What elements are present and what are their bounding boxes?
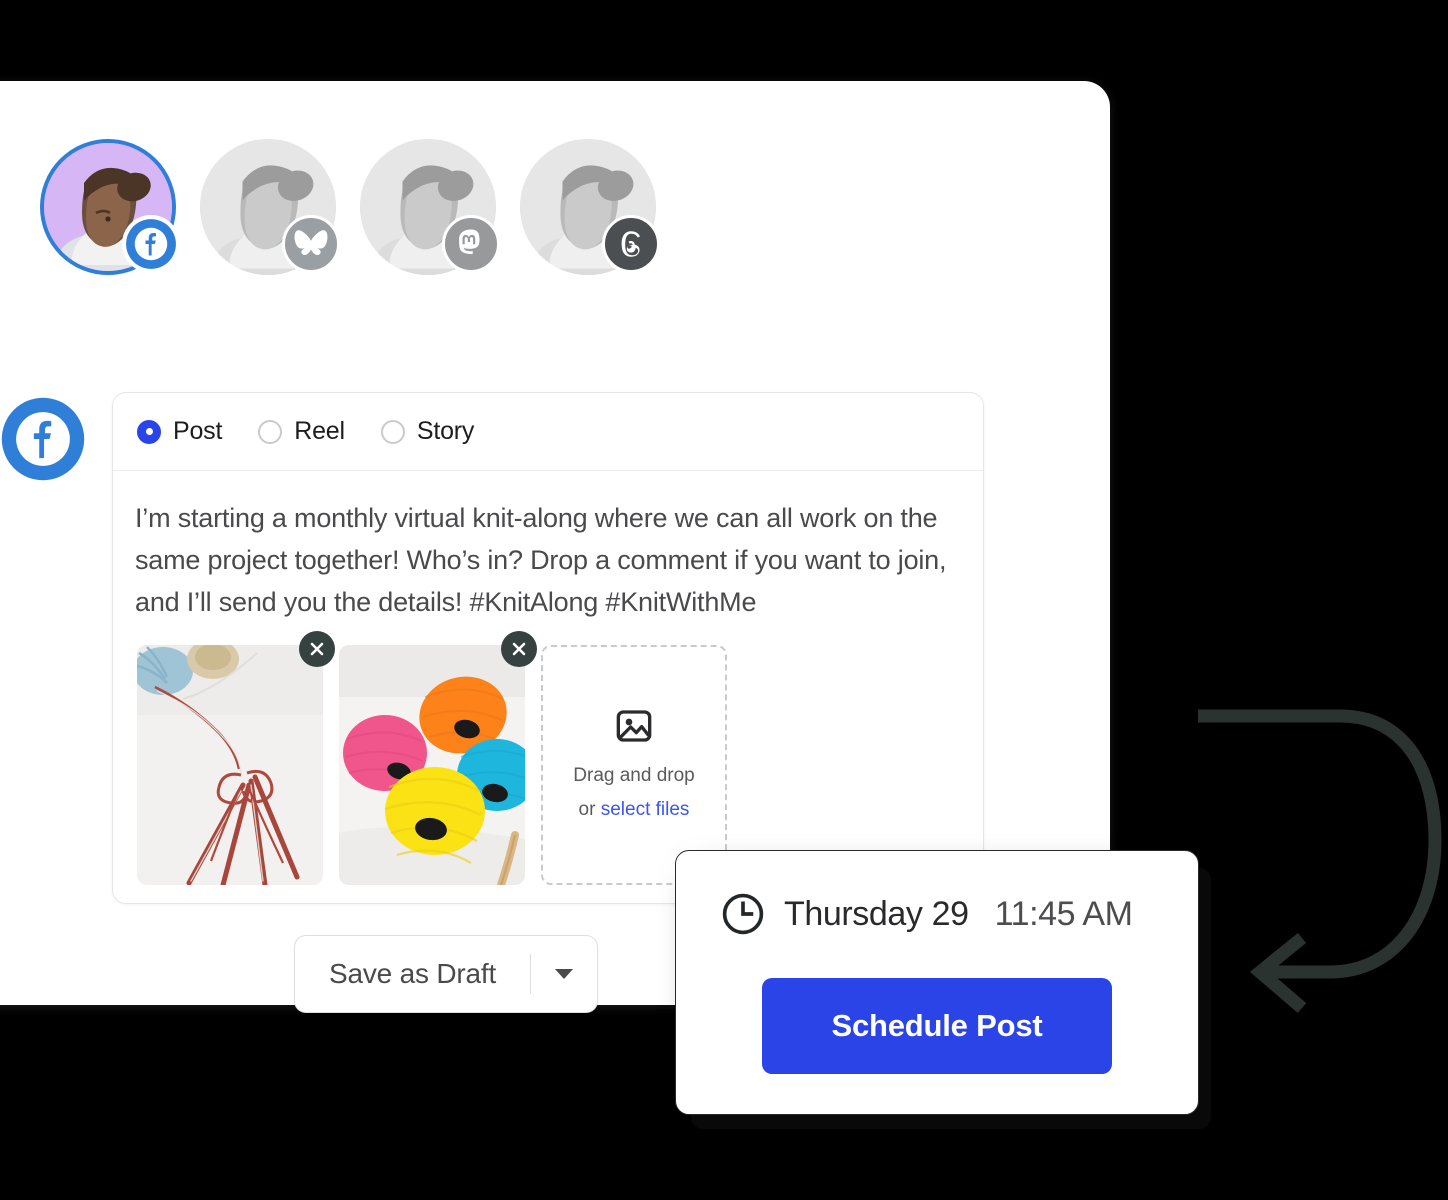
bluesky-butterfly-icon (294, 230, 328, 256)
radio-post-label: Post (173, 417, 223, 445)
knitting-needles-photo (137, 645, 323, 885)
save-as-draft-button[interactable]: Save as Draft (295, 936, 530, 1012)
post-composer-card: Post Reel Story I’m starting a monthly v… (112, 392, 984, 904)
media-image (339, 645, 525, 885)
dropzone-primary-text: Drag and drop (573, 765, 695, 786)
radio-reel[interactable]: Reel (258, 417, 345, 446)
screen: Post Reel Story I’m starting a monthly v… (0, 0, 1448, 1200)
account-selector-row (40, 139, 660, 275)
media-thumbnail[interactable] (339, 631, 537, 885)
platform-badge-facebook (122, 215, 180, 273)
facebook-icon (1, 397, 85, 481)
radio-post[interactable]: Post (137, 417, 222, 446)
facebook-icon (126, 219, 176, 269)
post-type-radio-group: Post Reel Story (113, 393, 983, 471)
schedule-popover: Thursday 29 11:45 AM Schedule Post (675, 850, 1199, 1115)
media-attachments-row: Drag and drop or select files (135, 631, 959, 885)
yarn-balls-photo (339, 645, 525, 885)
remove-media-button[interactable] (501, 631, 537, 667)
dropzone-secondary-text: or select files (579, 796, 690, 824)
media-thumbnail[interactable] (137, 631, 335, 885)
platform-badge-threads (602, 215, 660, 273)
close-icon (310, 642, 324, 656)
radio-indicator (137, 419, 161, 444)
account-avatar-threads[interactable] (520, 139, 660, 275)
clock-icon (722, 893, 764, 935)
mastodon-icon (459, 229, 480, 255)
account-avatar-mastodon[interactable] (360, 139, 500, 275)
radio-story[interactable]: Story (380, 417, 475, 446)
post-text-area[interactable]: I’m starting a monthly virtual knit-alon… (135, 497, 950, 623)
dropzone-or-text: or (578, 799, 601, 820)
radio-story-label: Story (416, 417, 475, 445)
threads-icon (621, 231, 641, 257)
select-files-link[interactable]: select files (601, 799, 690, 820)
schedule-time-label[interactable]: 11:45 AM (995, 895, 1133, 934)
platform-badge-bluesky (282, 215, 340, 273)
schedule-time-row[interactable]: Thursday 29 11:45 AM (676, 851, 1198, 937)
account-avatar-bluesky[interactable] (200, 139, 340, 275)
remove-media-button[interactable] (299, 631, 335, 667)
platform-badge-mastodon (442, 215, 500, 273)
media-image (137, 645, 323, 885)
media-dropzone[interactable]: Drag and drop or select files (541, 645, 727, 885)
schedule-date-label[interactable]: Thursday 29 (784, 895, 969, 934)
close-icon (512, 642, 526, 656)
radio-indicator (380, 419, 405, 444)
chevron-down-icon (555, 968, 574, 979)
decorative-arrow-icon (1198, 709, 1442, 1013)
account-avatar-facebook[interactable] (40, 139, 180, 275)
image-icon (616, 710, 652, 742)
save-draft-split-button: Save as Draft (294, 935, 599, 1013)
save-draft-dropdown-button[interactable] (531, 936, 597, 1012)
radio-reel-label: Reel (294, 417, 345, 445)
radio-indicator (258, 419, 283, 444)
schedule-post-button[interactable]: Schedule Post (762, 978, 1112, 1074)
composer-body: I’m starting a monthly virtual knit-alon… (113, 471, 983, 885)
composer-platform-marker (0, 396, 86, 482)
